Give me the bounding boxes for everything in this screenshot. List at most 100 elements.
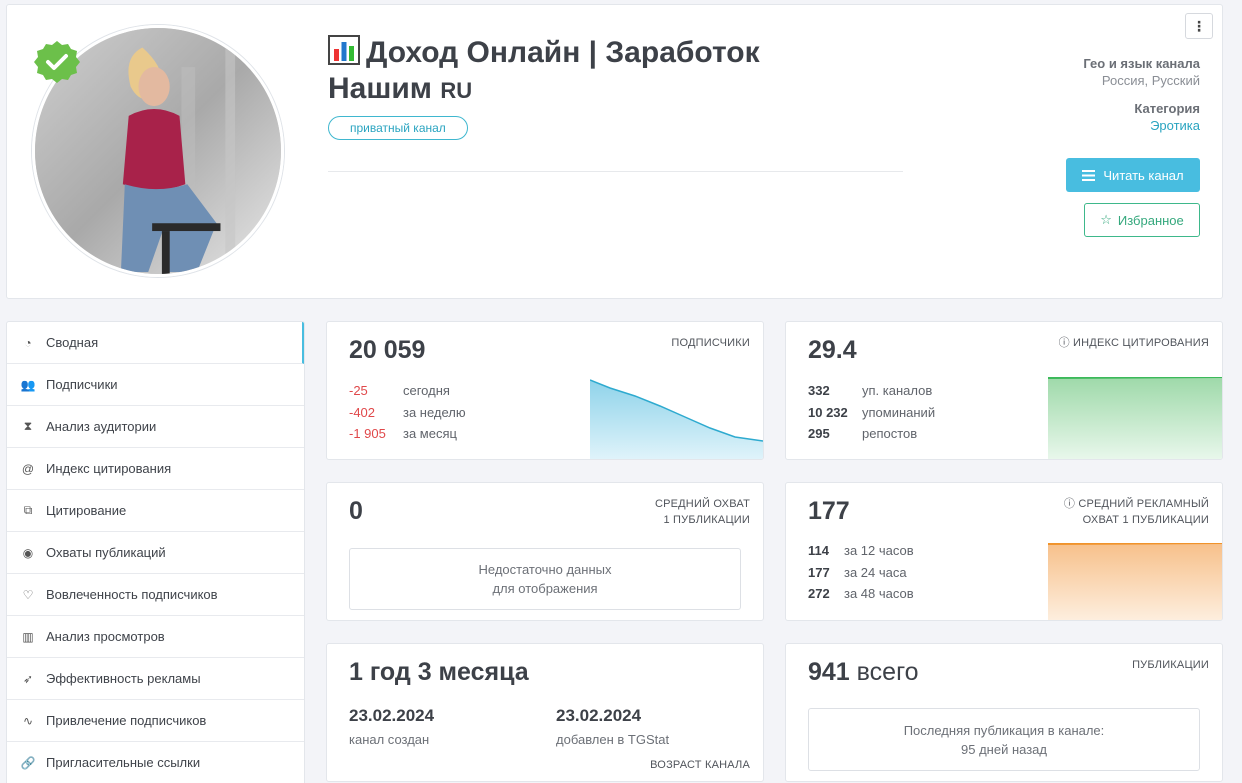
channel-age-card: 1 год 3 месяца 23.02.2024 канал создан 2… (326, 643, 764, 782)
sidebar-item-label: Индекс цитирования (46, 461, 171, 476)
category-link[interactable]: Эротика (1134, 118, 1200, 133)
favorite-label: Избранное (1118, 213, 1184, 228)
stat-row: 295репостов (808, 423, 935, 445)
posts-card: 941 всего ПУБЛИКАЦИИ Последняя публикаци… (785, 643, 1223, 782)
sidebar-item-label: Анализ просмотров (46, 629, 165, 644)
avg-reach-card: 0 СРЕДНИЙ ОХВАТ 1 ПУБЛИКАЦИИ Недостаточн… (326, 482, 764, 621)
posts-count-suffix: всего (857, 658, 919, 686)
bar-chart-emoji-icon (328, 35, 360, 65)
avg-reach-value: 0 (349, 497, 363, 526)
geo-label: Гео и язык канала (1083, 56, 1200, 71)
sidebar-item-label: Анализ аудитории (46, 419, 156, 434)
channel-age-caption: ВОЗРАСТ КАНАЛА (650, 757, 750, 773)
read-channel-button[interactable]: Читать канал (1066, 158, 1200, 192)
ad-reach-caption-line2: ОХВАТ 1 ПУБЛИКАЦИИ (1064, 512, 1209, 528)
channel-header: Доход Онлайн | Заработок Нашим RU приват… (6, 4, 1223, 299)
created-date-block: 23.02.2024 канал создан (349, 706, 434, 747)
ad-reach-stats: 114за 12 часов177за 24 часа272за 48 часо… (808, 540, 914, 605)
sidebar-item-label: Цитирование (46, 503, 126, 518)
sidebar-item-label: Охваты публикаций (46, 545, 166, 560)
stat-row-label: за неделю (403, 402, 466, 424)
sidebar-item[interactable]: ◔Сводная (7, 322, 304, 364)
sidebar-item[interactable]: @Индекс цитирования (7, 448, 304, 490)
rocket-icon: ➶ (21, 672, 35, 686)
sidebar-item[interactable]: ♡Вовлеченность подписчиков (7, 574, 304, 616)
category-label: Категория (1134, 101, 1200, 116)
avg-reach-caption-line2: 1 ПУБЛИКАЦИИ (655, 512, 750, 528)
channel-title-line1: Доход Онлайн | Заработок (366, 36, 760, 69)
stat-row-label: упоминаний (862, 402, 935, 424)
list-icon (1082, 170, 1095, 181)
stat-row-label: за 12 часов (844, 540, 914, 562)
header-divider (328, 171, 903, 172)
sidebar-item-label: Пригласительные ссылки (46, 755, 200, 770)
stat-row-label: репостов (862, 423, 917, 445)
link-icon: 🔗 (21, 756, 35, 770)
stat-row: -25сегодня (349, 380, 466, 402)
channel-title: Доход Онлайн | Заработок Нашим RU (328, 35, 848, 109)
copy-icon: ⧉ (21, 504, 35, 518)
private-channel-badge: приватный канал (328, 116, 468, 140)
citation-index-caption-text: ИНДЕКС ЦИТИРОВАНИЯ (1073, 337, 1209, 349)
sidebar-item[interactable]: 👥Подписчики (7, 364, 304, 406)
read-channel-label: Читать канал (1103, 168, 1183, 183)
stat-row-label: за 24 часа (844, 562, 907, 584)
star-icon: ☆ (1100, 212, 1112, 228)
citation-trend-area (1048, 377, 1222, 459)
avg-reach-caption-line1: СРЕДНИЙ ОХВАТ (655, 496, 750, 512)
stat-row-value: -25 (349, 380, 403, 402)
added-date: 23.02.2024 (556, 706, 669, 726)
no-data-line1: Недостаточно данных (350, 560, 740, 579)
no-data-line2: для отображения (350, 579, 740, 598)
stat-row-value: 177 (808, 562, 844, 584)
users-icon: 👥 (21, 378, 35, 392)
stat-row: 332уп. каналов (808, 380, 935, 402)
added-date-block: 23.02.2024 добавлен в TGStat (556, 706, 669, 747)
subscribers-trend-area (590, 380, 763, 459)
sidebar-nav: ◔Сводная👥Подписчики ⧗ Анализ аудитории @Инд… (6, 321, 305, 783)
sidebar-item-label: Сводная (46, 335, 98, 350)
channel-title-line2: Нашим (328, 72, 432, 105)
geo-info: Гео и язык канала Россия, Русский (1083, 56, 1200, 88)
sidebar-item[interactable]: 🔗 Пригласительные ссылки (7, 742, 304, 783)
no-data-box: Недостаточно данных для отображения (349, 548, 741, 610)
sidebar-item[interactable]: ◉Охваты публикаций (7, 532, 304, 574)
ad-reach-caption-line1: СРЕДНИЙ РЕКЛАМНЫЙ (1078, 498, 1209, 510)
stat-row-label: сегодня (403, 380, 450, 402)
stat-row: -1 905за месяц (349, 423, 466, 445)
sidebar-item[interactable]: ⧗ Анализ аудитории (7, 406, 304, 448)
bar-chart-icon: ▥ (21, 630, 35, 644)
subscribers-card: 20 059 ПОДПИСЧИКИ -25сегодня-402за недел… (326, 321, 764, 460)
stat-row-value: -1 905 (349, 423, 403, 445)
help-icon[interactable]: ⓘ (1059, 337, 1070, 349)
citation-trend-chart (1048, 377, 1222, 459)
geo-value: Россия, Русский (1083, 73, 1200, 88)
created-label: канал создан (349, 732, 434, 747)
sidebar-item-label: Вовлеченность подписчиков (46, 587, 218, 602)
citation-index-value: 29.4 (808, 336, 857, 365)
help-icon[interactable]: ⓘ (1064, 498, 1075, 510)
trend-icon: ∿ (21, 714, 35, 728)
stat-row-value: -402 (349, 402, 403, 424)
last-post-line2: 95 дней назад (809, 740, 1199, 759)
sidebar-item-label: Эффективность рекламы (46, 671, 201, 686)
last-post-line1: Последняя публикация в канале: (809, 721, 1199, 740)
channel-title-suffix: RU (440, 78, 472, 103)
sidebar-item[interactable]: ∿Привлечение подписчиков (7, 700, 304, 742)
stat-row: 272за 48 часов (808, 583, 914, 605)
posts-count: 941 всего (808, 658, 919, 687)
sidebar-item[interactable]: ➶ Эффективность рекламы (7, 658, 304, 700)
sidebar-item[interactable]: ▥ Анализ просмотров (7, 616, 304, 658)
citation-trend-line (1048, 377, 1222, 378)
posts-caption: ПУБЛИКАЦИИ (1132, 657, 1209, 673)
ad-reach-trend-line (1048, 543, 1222, 544)
hourglass-icon: ⧗ (21, 420, 35, 434)
vertical-dots-icon: ⋮ (1192, 18, 1206, 35)
favorite-button[interactable]: ☆ Избранное (1084, 203, 1200, 237)
more-options-button[interactable]: ⋮ (1185, 13, 1213, 39)
created-date: 23.02.2024 (349, 706, 434, 726)
sidebar-item[interactable]: ⧉ Цитирование (7, 490, 304, 532)
category-info: Категория Эротика (1134, 101, 1200, 133)
stat-row-label: за месяц (403, 423, 457, 445)
ad-reach-caption: ⓘ СРЕДНИЙ РЕКЛАМНЫЙ ОХВАТ 1 ПУБЛИКАЦИИ (1064, 496, 1209, 528)
